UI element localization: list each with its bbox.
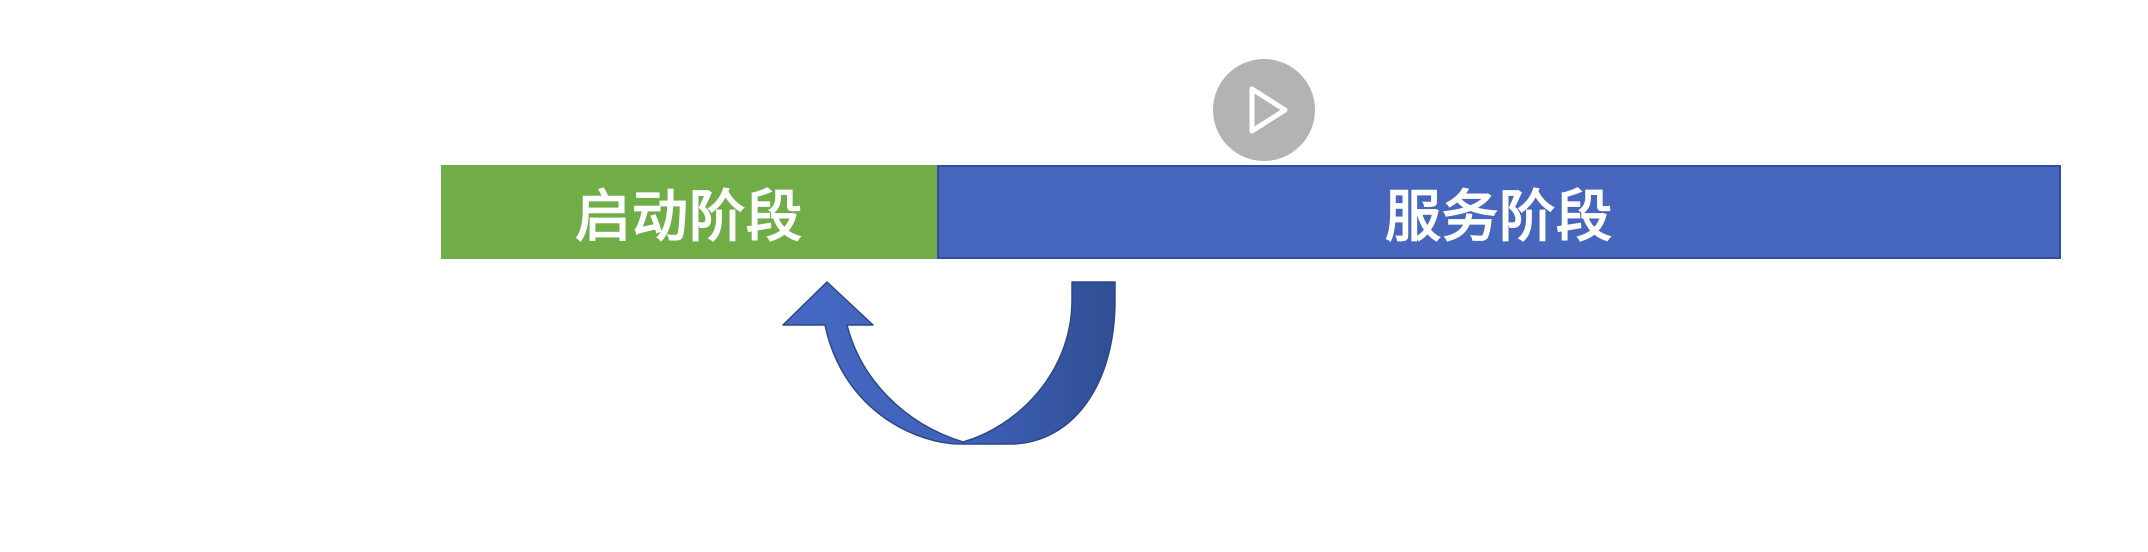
curved-return-arrow-icon [782, 281, 1116, 445]
diagram-canvas: 启动阶段 服务阶段 [0, 0, 2148, 552]
service-phase-bar: 服务阶段 [937, 165, 2061, 259]
service-phase-label: 服务阶段 [1385, 184, 1613, 250]
startup-phase-label: 启动阶段 [575, 184, 803, 250]
play-button[interactable] [1213, 59, 1315, 161]
play-icon [1249, 86, 1288, 134]
startup-phase-bar: 启动阶段 [441, 165, 937, 259]
